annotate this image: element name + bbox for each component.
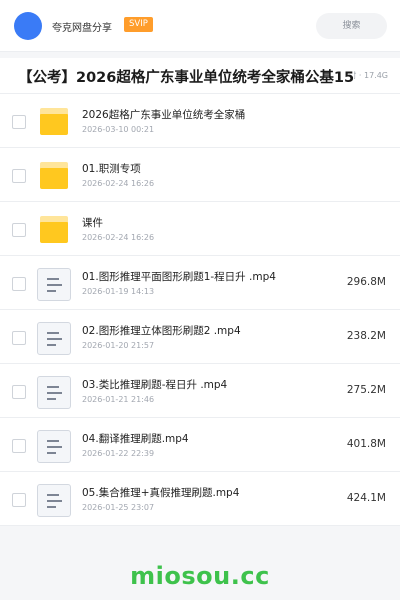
file-size: 238.2M (346, 330, 386, 342)
file-row[interactable]: 04.翻译推理刷题.mp4 2026-01-22 22:39 401.8M (0, 418, 400, 472)
file-date: 2026-03-10 00:21 (82, 125, 155, 134)
page-title: 【公考】2026超格广东事业单位统考全家桶公基15 (18, 66, 354, 87)
video-file-icon (37, 484, 71, 517)
file-size: 275.2M (346, 384, 386, 396)
folder-icon (40, 108, 68, 135)
select-checkbox[interactable] (12, 115, 26, 129)
share-meta: 时 · 17.4G (348, 71, 388, 80)
file-name: 2026超格广东事业单位统考全家桶 (82, 109, 246, 121)
file-name: 02.图形推理立体图形刷题2 .mp4 (82, 325, 241, 337)
select-checkbox[interactable] (12, 439, 26, 453)
top-bar: 夸克网盘分享 SVIP 搜索 (0, 0, 400, 52)
file-row[interactable]: 2026超格广东事业单位统考全家桶 2026-03-10 00:21 (0, 94, 400, 148)
folder-icon (40, 216, 68, 243)
file-row[interactable]: 课件 2026-02-24 16:26 (0, 202, 400, 256)
video-file-icon (37, 430, 71, 463)
file-name: 04.翻译推理刷题.mp4 (82, 433, 189, 445)
select-checkbox[interactable] (12, 277, 26, 291)
file-list: 2026超格广东事业单位统考全家桶 2026-03-10 00:21 01.职测专项… (0, 94, 400, 526)
file-date: 2026-02-24 16:26 (82, 179, 155, 188)
video-file-icon (37, 376, 71, 409)
file-row[interactable]: 05.集合推理+真假推理刷题.mp4 2026-01-25 23:07 424.1M (0, 472, 400, 526)
file-size: 401.8M (346, 438, 386, 450)
file-row[interactable]: 01.职测专项 2026-02-24 16:26 (0, 148, 400, 202)
file-date: 2026-01-25 23:07 (82, 503, 155, 512)
file-date: 2026-02-24 16:26 (82, 233, 155, 242)
select-checkbox[interactable] (12, 223, 26, 237)
file-row[interactable]: 03.类比推理刷题-程日升 .mp4 2026-01-21 21:46 275.2M (0, 364, 400, 418)
file-row[interactable]: 01.图形推理平面图形刷题1-程日升 .mp4 2026-01-19 14:13 2… (0, 256, 400, 310)
folder-icon (40, 162, 68, 189)
file-name: 05.集合推理+真假推理刷题.mp4 (82, 487, 240, 499)
file-name: 01.图形推理平面图形刷题1-程日升 .mp4 (82, 271, 276, 283)
select-checkbox[interactable] (12, 169, 26, 183)
share-title-bar: 时 · 17.4G 【公考】2026超格广东事业单位统考全家桶公基15 (0, 58, 400, 94)
file-name: 03.类比推理刷题-程日升 .mp4 (82, 379, 228, 391)
avatar[interactable] (14, 12, 42, 40)
username: 夸克网盘分享 (52, 23, 112, 34)
file-size: 424.1M (346, 492, 386, 504)
file-size: 296.8M (346, 276, 386, 288)
video-file-icon (37, 268, 71, 301)
file-name: 课件 (82, 217, 103, 229)
file-date: 2026-01-20 21:57 (82, 341, 155, 350)
file-date: 2026-01-19 14:13 (82, 287, 155, 296)
search-button[interactable]: 搜索 (316, 13, 387, 39)
file-date: 2026-01-21 21:46 (82, 395, 155, 404)
file-row[interactable]: 02.图形推理立体图形刷题2 .mp4 2026-01-20 21:57 238.2… (0, 310, 400, 364)
file-date: 2026-01-22 22:39 (82, 449, 155, 458)
file-name: 01.职测专项 (82, 163, 141, 175)
svip-badge: SVIP (124, 17, 153, 32)
select-checkbox[interactable] (12, 385, 26, 399)
select-checkbox[interactable] (12, 493, 26, 507)
video-file-icon (37, 322, 71, 355)
select-checkbox[interactable] (12, 331, 26, 345)
watermark: miosou.cc (130, 562, 270, 590)
